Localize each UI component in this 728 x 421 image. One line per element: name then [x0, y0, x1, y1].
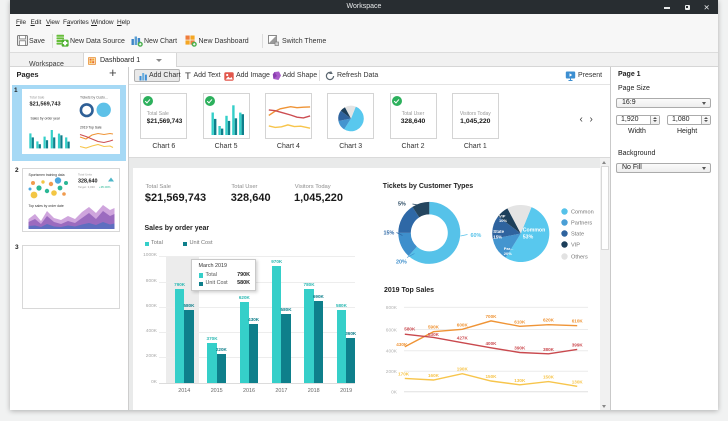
svg-text:150K: 150K: [543, 374, 555, 379]
svg-text:15%: 15%: [384, 230, 395, 236]
svg-text:53%: 53%: [523, 234, 534, 240]
svg-text:400K: 400K: [486, 340, 498, 345]
svg-text:Others: Others: [571, 254, 588, 260]
svg-text:Total Units: Total Units: [78, 172, 93, 176]
svg-text:15%: 15%: [493, 234, 502, 239]
svg-text:800K: 800K: [386, 305, 398, 311]
svg-text:2019 Top Sale: 2019 Top Sale: [80, 126, 102, 130]
svg-text:700K: 700K: [486, 313, 498, 318]
svg-text:Common: Common: [523, 227, 545, 233]
svg-text:Tickets by Custo...: Tickets by Custo...: [80, 96, 108, 100]
svg-text:620K: 620K: [543, 317, 555, 322]
svg-text:399K: 399K: [572, 342, 584, 347]
svg-text:Target: 3,030: Target: 3,030: [78, 185, 95, 189]
svg-text:170K: 170K: [398, 371, 410, 376]
svg-text:State: State: [571, 231, 584, 237]
svg-text:530K: 530K: [428, 332, 440, 337]
svg-text:380K: 380K: [543, 346, 555, 351]
svg-text:600K: 600K: [386, 327, 398, 333]
svg-text:390K: 390K: [514, 345, 526, 350]
svg-text:430K: 430K: [396, 342, 408, 347]
svg-text:590K: 590K: [428, 324, 440, 329]
svg-text:Top sales by order date: Top sales by order date: [29, 204, 64, 208]
svg-text:Sportsmen training data: Sportsmen training data: [29, 173, 65, 177]
svg-text:160K: 160K: [428, 373, 440, 378]
svg-text:200K: 200K: [386, 369, 398, 375]
svg-text:150K: 150K: [486, 374, 498, 379]
svg-text:400K: 400K: [386, 348, 398, 354]
svg-text:600K: 600K: [457, 322, 469, 327]
svg-text:190K: 190K: [457, 366, 469, 371]
svg-text:20%: 20%: [504, 250, 512, 255]
svg-text:130K: 130K: [572, 379, 584, 384]
svg-text:5%: 5%: [398, 201, 406, 207]
svg-text:Common: Common: [571, 209, 594, 215]
svg-text:60%: 60%: [471, 233, 482, 239]
svg-text:20%: 20%: [396, 259, 407, 265]
svg-text:10%: 10%: [499, 218, 507, 223]
svg-text:Partners: Partners: [571, 220, 592, 226]
svg-text:VIP: VIP: [571, 242, 580, 248]
svg-text:580K: 580K: [404, 326, 416, 331]
svg-text:427K: 427K: [457, 335, 469, 340]
svg-text:State: State: [493, 229, 504, 234]
svg-text:328,640: 328,640: [78, 178, 98, 184]
svg-text:610K: 610K: [514, 319, 526, 324]
svg-text:Sales by order year: Sales by order year: [31, 117, 61, 121]
svg-text:610K: 610K: [572, 318, 584, 323]
svg-text:Total Sale: Total Sale: [30, 96, 45, 100]
svg-text:0K: 0K: [391, 389, 398, 395]
svg-text:+95.00%: +95.00%: [99, 185, 111, 189]
svg-text:130K: 130K: [514, 377, 526, 382]
svg-text:$21,569,743: $21,569,743: [30, 102, 61, 108]
